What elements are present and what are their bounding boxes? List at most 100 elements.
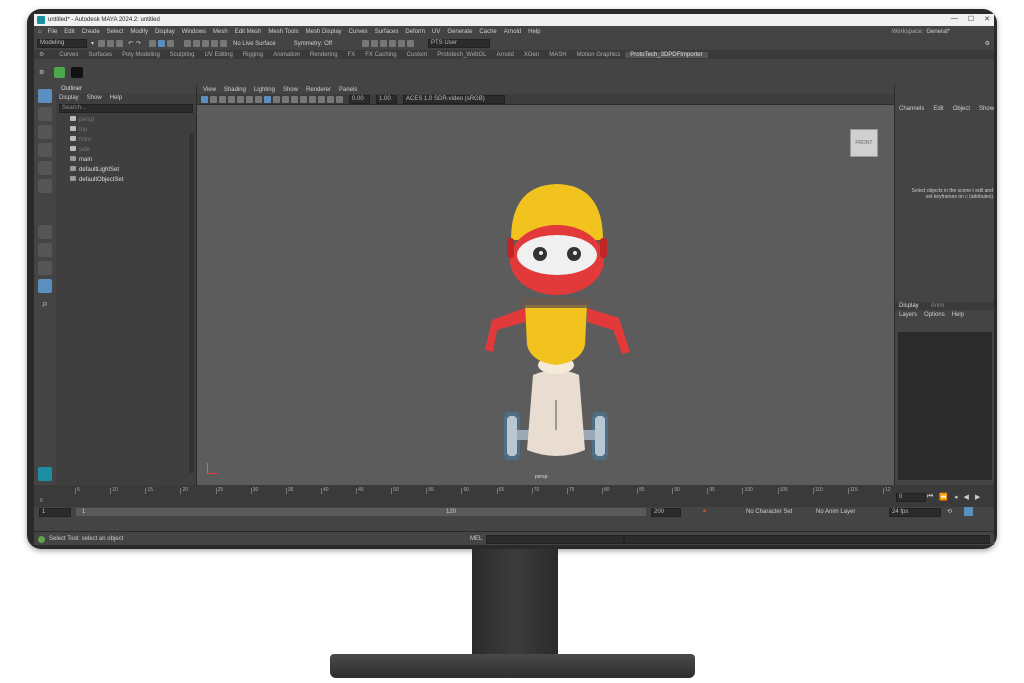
- ipr-render-icon[interactable]: [380, 40, 388, 47]
- four-pane-layout-icon[interactable]: [38, 243, 52, 257]
- live-surface-field[interactable]: No Live Surface: [233, 41, 276, 47]
- select-hierarchy-icon[interactable]: [149, 40, 157, 47]
- layer-menu-help[interactable]: Help: [952, 312, 964, 318]
- outliner-item[interactable]: top: [70, 125, 196, 135]
- layer-menu-options[interactable]: Options: [924, 312, 945, 318]
- outliner-search-input[interactable]: Search...: [59, 104, 193, 113]
- viewport-menu-shading[interactable]: Shading: [224, 87, 246, 93]
- wireframe-icon[interactable]: [264, 95, 271, 103]
- shadows-icon[interactable]: [300, 95, 307, 103]
- arnold-render-icon[interactable]: [407, 40, 415, 47]
- shelf-tab-xgen[interactable]: XGen: [519, 52, 544, 58]
- outliner-item[interactable]: main: [70, 155, 196, 165]
- outliner-menu-help[interactable]: Help: [110, 95, 122, 101]
- shelf-settings-icon[interactable]: ⚙: [34, 51, 49, 58]
- menu-item-display[interactable]: Display: [155, 29, 175, 35]
- channel-box-tab-edit[interactable]: Edit: [933, 106, 943, 112]
- go-to-start-icon[interactable]: ⏮: [927, 493, 933, 501]
- gamma-field[interactable]: 1.00: [376, 94, 397, 104]
- loop-icon[interactable]: ⟲: [947, 508, 952, 515]
- symmetry-select[interactable]: Symmetry: Off: [294, 41, 332, 47]
- layer-tab-display[interactable]: Display: [899, 303, 919, 309]
- isolate-select-icon[interactable]: [327, 95, 334, 103]
- home-icon[interactable]: ⌂: [38, 29, 42, 35]
- hypershade-icon[interactable]: [398, 40, 406, 47]
- menu-item-mesh-tools[interactable]: Mesh Tools: [268, 29, 298, 35]
- mode-select[interactable]: Modeling: [37, 39, 87, 48]
- menu-item-curves[interactable]: Curves: [349, 29, 368, 35]
- play-forward-icon[interactable]: ▶: [975, 493, 980, 501]
- fps-select[interactable]: 24 fps: [889, 508, 941, 517]
- exposure-field[interactable]: 0.00: [349, 94, 370, 104]
- step-back-frame-icon[interactable]: ◂: [954, 493, 958, 501]
- shelf-tab-custom[interactable]: Custom: [402, 52, 433, 58]
- layer-menu-layers[interactable]: Layers: [899, 312, 917, 318]
- select-camera-icon[interactable]: [201, 95, 208, 103]
- outliner-item[interactable]: front: [70, 135, 196, 145]
- menu-item-arnold[interactable]: Arnold: [504, 29, 521, 35]
- shelf-tab-mash[interactable]: MASH: [544, 52, 571, 58]
- animation-start-field[interactable]: 1: [39, 508, 71, 517]
- settings-icon[interactable]: ⚙: [985, 40, 990, 47]
- minimize-icon[interactable]: —: [951, 15, 958, 23]
- menu-item-help[interactable]: Help: [528, 29, 540, 35]
- 3dpdf-export-icon[interactable]: [71, 66, 84, 78]
- lights-icon[interactable]: [291, 95, 298, 103]
- menu-item-edit-mesh[interactable]: Edit Mesh: [235, 29, 262, 35]
- play-back-icon[interactable]: ◀: [964, 493, 969, 501]
- keyframe-icon[interactable]: ✶: [702, 508, 707, 515]
- select-object-icon[interactable]: [158, 40, 166, 47]
- shelf-tab-arnold[interactable]: Arnold: [492, 52, 519, 58]
- shelf-tab-prototech-webgl[interactable]: Prototech_WebGL: [432, 52, 491, 58]
- snap-point-icon[interactable]: [202, 40, 210, 47]
- shelf-tab-animation[interactable]: Animation: [268, 52, 305, 58]
- shelf-tab-poly-modeling[interactable]: Poly Modeling: [117, 52, 165, 58]
- shelf-tab-fx[interactable]: FX: [343, 52, 361, 58]
- step-back-key-icon[interactable]: ⏪: [939, 493, 948, 501]
- time-slider[interactable]: 0 5 10 15 20 25 30 35 40 45 50 55 60 65 70 75 80 85 90 95 1…: [34, 485, 994, 507]
- shelf-tab-motion-graphics[interactable]: Motion Graphics: [572, 52, 626, 58]
- menu-item-select[interactable]: Select: [107, 29, 124, 35]
- channel-box-tab-show[interactable]: Show: [979, 106, 994, 112]
- render-view-icon[interactable]: [362, 40, 370, 47]
- open-scene-icon[interactable]: [107, 40, 115, 47]
- ambient-occlusion-icon[interactable]: [309, 95, 316, 103]
- lasso-tool-icon[interactable]: [38, 107, 52, 121]
- viewport-panel[interactable]: View Shading Lighting Show Renderer Panels 0.…: [197, 85, 894, 485]
- move-tool-icon[interactable]: [38, 143, 52, 157]
- select-tool-icon[interactable]: [38, 89, 52, 103]
- 3dpdf-import-icon[interactable]: [54, 66, 66, 78]
- maya-home-icon[interactable]: [38, 467, 52, 481]
- anim-prefs-icon[interactable]: [964, 507, 973, 516]
- two-pane-layout-icon[interactable]: [38, 261, 52, 275]
- paint-select-tool-icon[interactable]: [38, 125, 52, 139]
- menu-item-surfaces[interactable]: Surfaces: [375, 29, 399, 35]
- viewport-menu-lighting[interactable]: Lighting: [254, 87, 275, 93]
- outliner-item[interactable]: defaultLightSet: [70, 165, 196, 175]
- search-icon[interactable]: ⌕: [38, 297, 52, 311]
- layer-editor-list[interactable]: [898, 332, 992, 480]
- menu-item-mesh-display[interactable]: Mesh Display: [306, 29, 342, 35]
- outliner-scrollbar[interactable]: [189, 133, 194, 473]
- snap-view-icon[interactable]: [211, 40, 219, 47]
- channel-box-tab-channels[interactable]: Channels: [899, 106, 924, 112]
- shelf-tab-sculpting[interactable]: Sculpting: [165, 52, 200, 58]
- image-plane-icon[interactable]: [228, 95, 235, 103]
- viewport-menu-view[interactable]: View: [203, 87, 216, 93]
- xray-icon[interactable]: [336, 95, 343, 103]
- resolution-gate-icon[interactable]: [255, 95, 262, 103]
- viewport-menu-panels[interactable]: Panels: [339, 87, 357, 93]
- redo-icon[interactable]: ↷: [136, 40, 141, 47]
- snap-curve-icon[interactable]: [193, 40, 201, 47]
- viewport-menu-renderer[interactable]: Renderer: [306, 87, 331, 93]
- shelf-tab-fx-caching[interactable]: FX Caching: [360, 52, 401, 58]
- viewport-menu-show[interactable]: Show: [283, 87, 298, 93]
- shelf-tab-curves[interactable]: Curves: [54, 52, 83, 58]
- select-component-icon[interactable]: [167, 40, 175, 47]
- render-settings-icon[interactable]: [389, 40, 397, 47]
- shelf-tab-prototech-3dpdfimporter[interactable]: ProtoTech_3DPDFImporter: [625, 51, 708, 58]
- workspace-select[interactable]: General*: [926, 29, 950, 35]
- user-account-field[interactable]: PTS User: [428, 39, 491, 48]
- shelf-tab-surfaces[interactable]: Surfaces: [83, 52, 117, 58]
- menu-item-uv[interactable]: UV: [432, 29, 440, 35]
